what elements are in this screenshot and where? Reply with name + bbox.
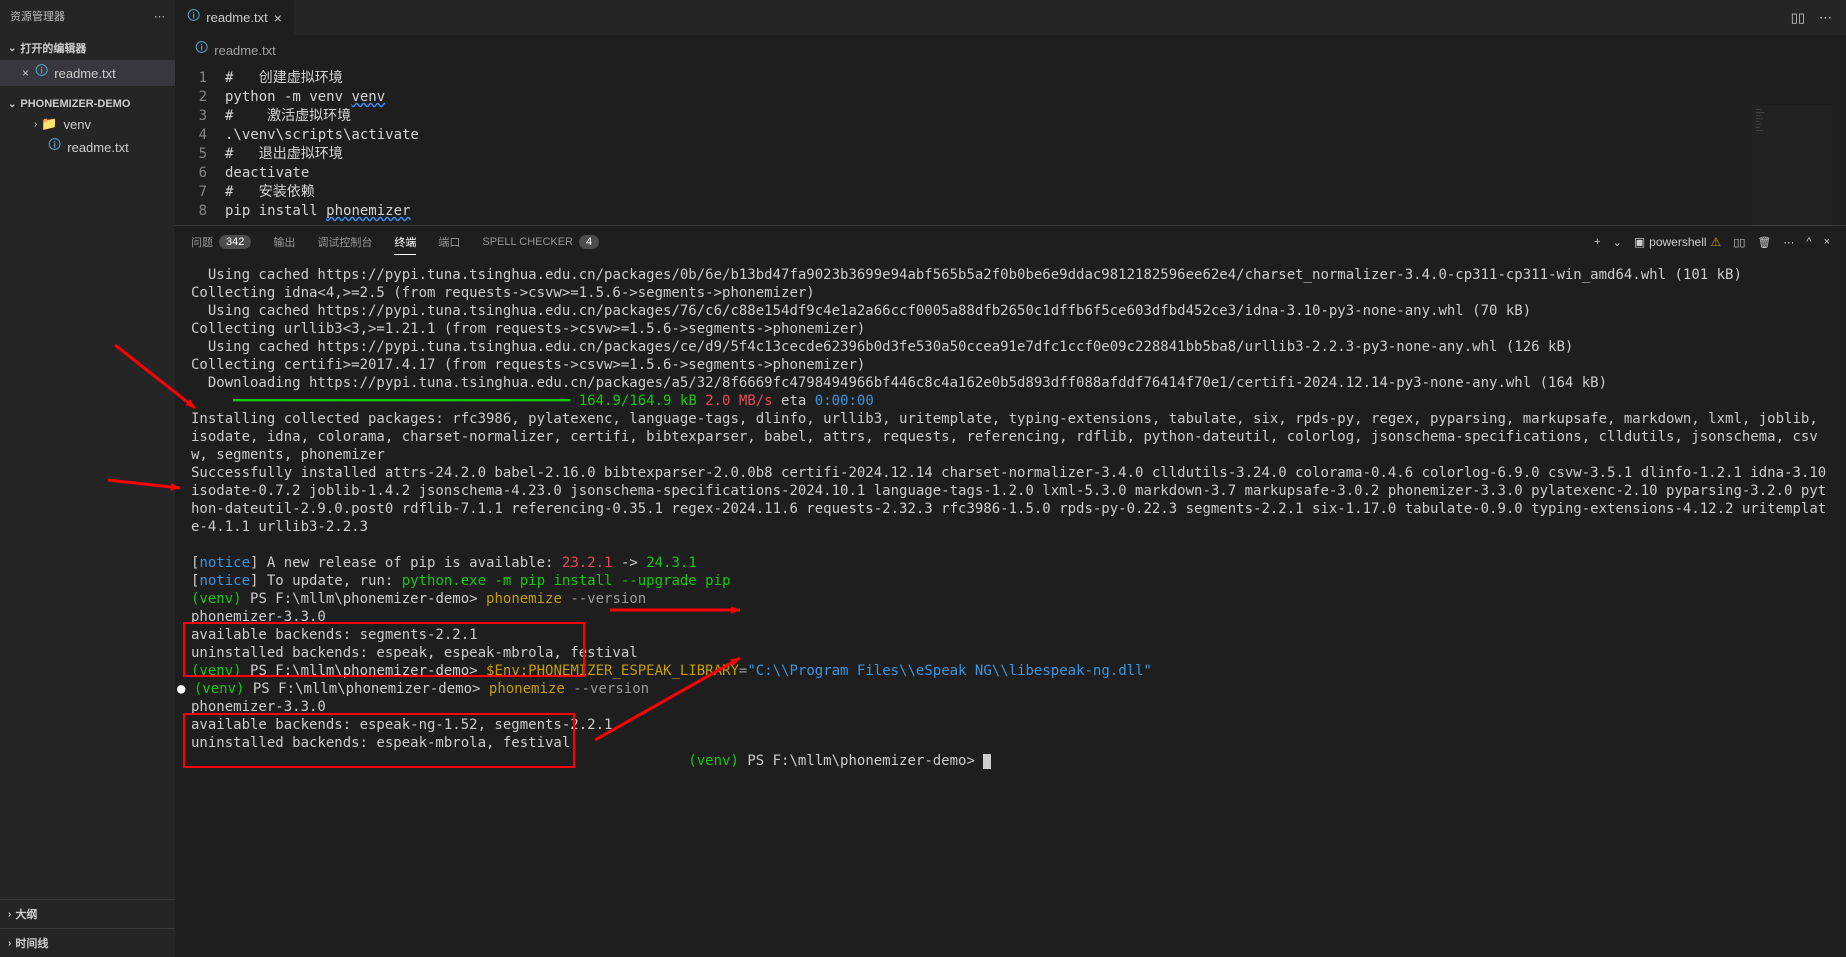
spell-badge: 4 (579, 235, 599, 249)
breadcrumb-filename: readme.txt (214, 43, 275, 58)
more-icon[interactable]: ⋯ (154, 10, 165, 23)
outline-header[interactable]: › 大纲 (0, 899, 175, 928)
minimap[interactable]: ▬▬▬▬▬▬▬▬▬▬▬▬▬▬▬▬▬▬▬▬▬▬▬▬▬▬▬▬▬▬▬▬▬▬▬▬▬ (1752, 105, 1832, 225)
close-icon[interactable]: × (22, 66, 29, 80)
trash-icon[interactable]: 🗑 (1757, 236, 1771, 249)
tab-readme[interactable]: 🛈 readme.txt × (175, 0, 295, 35)
chevron-right-icon: › (8, 938, 11, 949)
close-icon[interactable]: × (274, 10, 282, 26)
tab-bar: 🛈 readme.txt × ▯▯ ⋯ (175, 0, 1846, 35)
gutter: 12345678 (175, 69, 225, 221)
split-editor-icon[interactable]: ▯▯ (1791, 10, 1805, 26)
tab-problems[interactable]: 问题 342 (191, 234, 251, 250)
file-icon: 🛈 (195, 39, 208, 61)
code-area[interactable]: # 创建虚拟环境python -m venv venv# 激活虚拟环境.\ven… (225, 69, 1846, 221)
chevron-right-icon: › (34, 119, 37, 130)
outline-label: 大纲 (15, 906, 37, 922)
tab-filename: readme.txt (206, 10, 267, 25)
breadcrumb[interactable]: 🛈 readme.txt (175, 35, 1846, 65)
tab-ports[interactable]: 端口 (438, 234, 460, 250)
editor[interactable]: 12345678 # 创建虚拟环境python -m venv venv# 激活… (175, 65, 1846, 225)
file-icon: 🛈 (48, 136, 61, 158)
main: 🛈 readme.txt × ▯▯ ⋯ 🛈 readme.txt 1234567… (175, 0, 1846, 957)
chevron-down-icon[interactable]: ⌄ (1613, 236, 1622, 249)
more-icon[interactable]: ⋯ (1783, 236, 1794, 249)
folder-name: venv (64, 117, 91, 132)
chevron-down-icon: ⌄ (8, 43, 16, 54)
close-panel-icon[interactable]: × (1824, 236, 1830, 248)
folder-item-venv[interactable]: › 📁 venv (0, 114, 175, 134)
file-item-readme[interactable]: 🛈 readme.txt (0, 134, 175, 160)
tab-debug-console[interactable]: 调试控制台 (317, 234, 372, 250)
terminal-output[interactable]: Using cached https://pypi.tuna.tsinghua.… (175, 258, 1846, 957)
chevron-down-icon: ⌄ (8, 99, 16, 110)
chevron-right-icon: › (8, 909, 11, 920)
panel-tabs: 问题 342 输出 调试控制台 终端 端口 SPELL CHECKER 4 + … (175, 226, 1846, 258)
sidebar: 资源管理器 ⋯ ⌄ 打开的编辑器 × 🛈 readme.txt ⌄ PHONEM… (0, 0, 175, 957)
warning-icon: ⚠ (1711, 235, 1722, 249)
more-icon[interactable]: ⋯ (1819, 10, 1832, 26)
tab-terminal[interactable]: 终端 (394, 234, 416, 255)
file-name: readme.txt (67, 140, 128, 155)
open-editors-header[interactable]: ⌄ 打开的编辑器 (0, 36, 175, 60)
timeline-header[interactable]: › 时间线 (0, 928, 175, 957)
file-icon: 🛈 (35, 62, 48, 84)
open-editor-item[interactable]: × 🛈 readme.txt (0, 60, 175, 86)
new-terminal-icon[interactable]: + (1594, 236, 1600, 248)
panel: 问题 342 输出 调试控制台 终端 端口 SPELL CHECKER 4 + … (175, 225, 1846, 957)
open-editors-label: 打开的编辑器 (20, 40, 86, 56)
explorer-title: 资源管理器 (10, 8, 65, 24)
shell-indicator[interactable]: ▣ powershell ⚠ (1634, 235, 1721, 249)
project-header[interactable]: ⌄ PHONEMIZER-DEMO (0, 94, 175, 114)
powershell-icon: ▣ (1634, 235, 1645, 249)
folder-icon: 📁 (41, 116, 57, 132)
explorer-header: 资源管理器 ⋯ (0, 0, 175, 32)
project-label: PHONEMIZER-DEMO (20, 98, 130, 110)
tab-spell-checker[interactable]: SPELL CHECKER 4 (482, 235, 599, 249)
problems-badge: 342 (219, 235, 251, 249)
timeline-label: 时间线 (15, 935, 48, 951)
split-terminal-icon[interactable]: ▯▯ (1733, 236, 1745, 249)
chevron-up-icon[interactable]: ^ (1806, 236, 1811, 248)
open-editor-filename: readme.txt (54, 66, 115, 81)
tab-output[interactable]: 输出 (273, 234, 295, 250)
file-icon: 🛈 (187, 7, 200, 29)
